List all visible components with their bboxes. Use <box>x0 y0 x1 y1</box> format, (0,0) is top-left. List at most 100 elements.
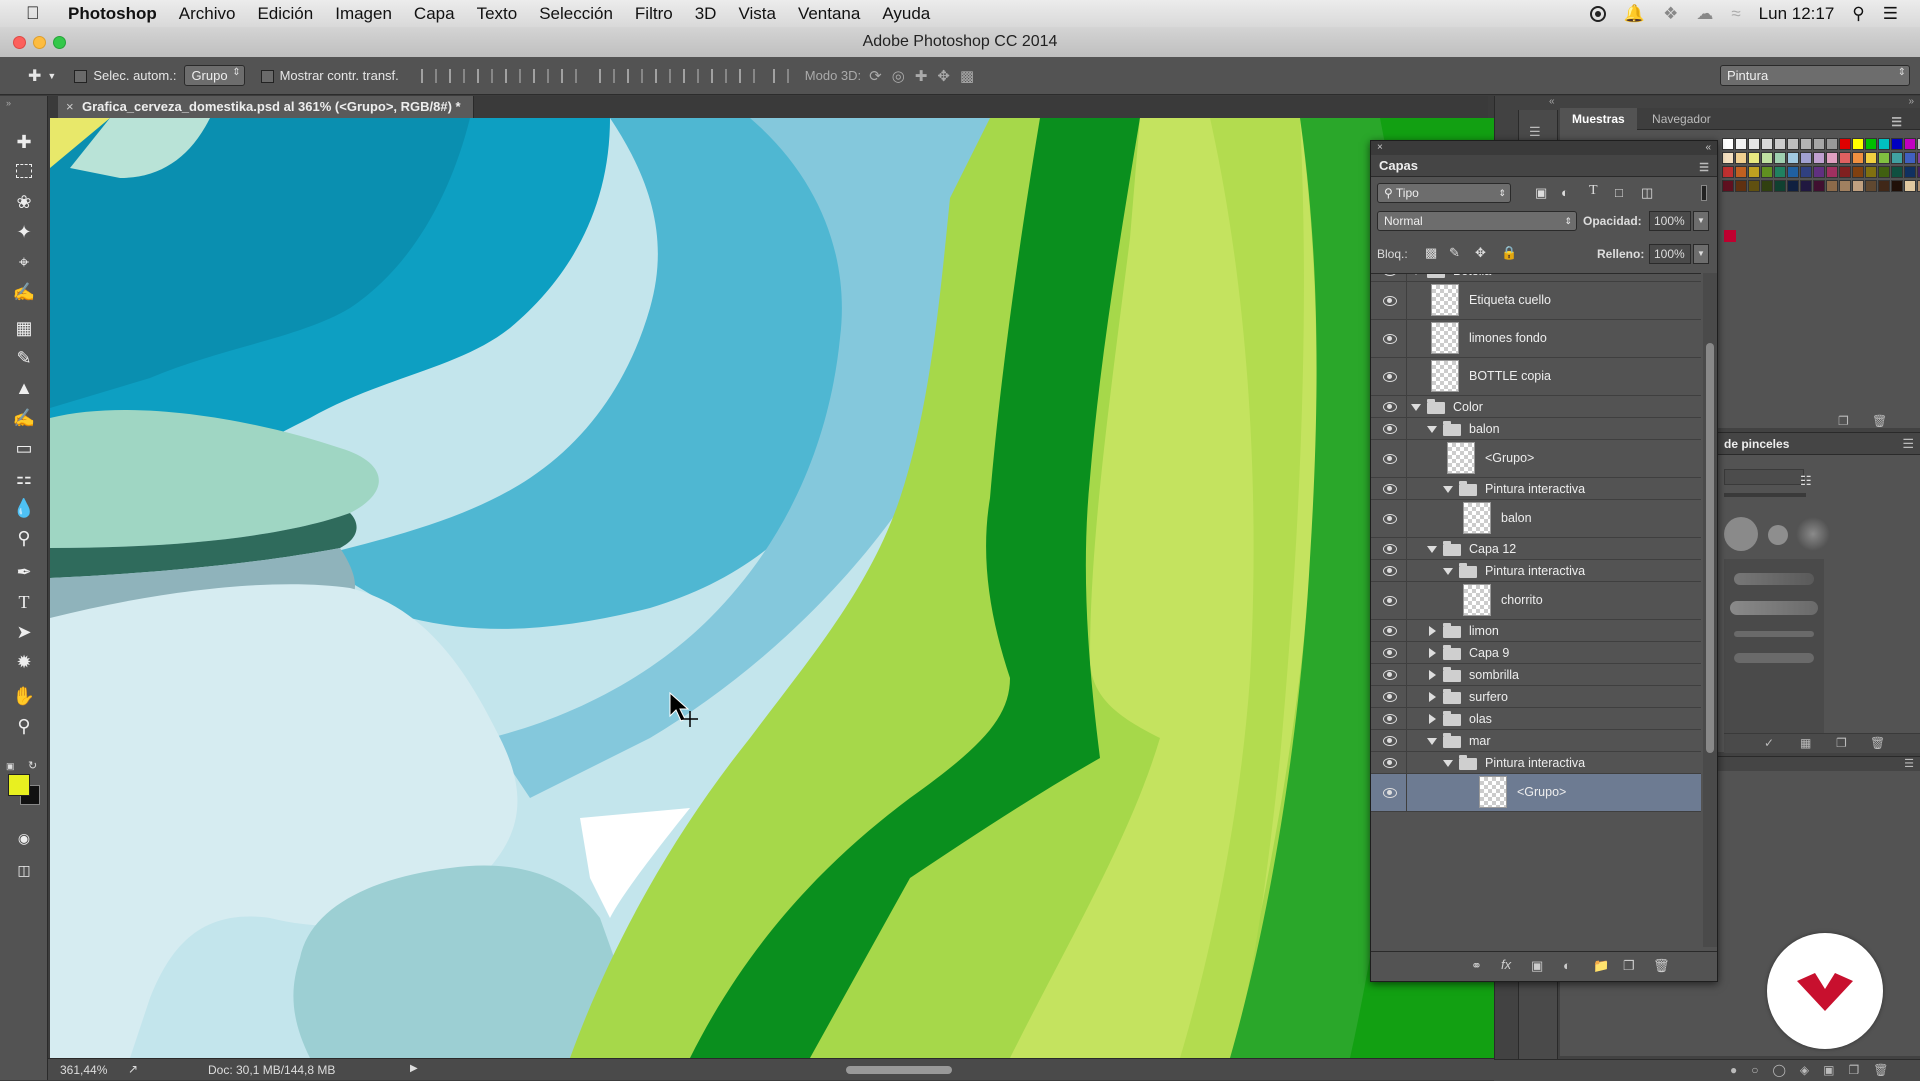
swatch-cell[interactable] <box>1891 180 1903 192</box>
swatch-cell[interactable] <box>1735 138 1747 150</box>
expanded-arrow-icon[interactable] <box>1427 426 1437 433</box>
swatch-cell[interactable] <box>1839 152 1851 164</box>
quick-mask-icon[interactable]: ◉ <box>12 826 36 850</box>
expanded-arrow-icon[interactable] <box>1443 486 1453 493</box>
layer-group-row[interactable]: surfero <box>1371 686 1701 708</box>
filter-pixel-icon[interactable]: ▣ <box>1535 185 1547 201</box>
swatch-cell[interactable] <box>1826 152 1838 164</box>
collapsed-arrow-icon[interactable] <box>1429 670 1436 680</box>
visibility-toggle[interactable] <box>1371 418 1407 439</box>
swatch-cell[interactable] <box>1761 138 1773 150</box>
history-panel-icon[interactable]: ☰ <box>1529 124 1541 140</box>
swatch-cell[interactable] <box>1800 152 1812 164</box>
panel-menu-icon[interactable]: ☰ <box>1879 111 1914 133</box>
swatch-cell[interactable] <box>1878 166 1890 178</box>
collapsed-arrow-icon[interactable] <box>1429 692 1436 702</box>
swatch-cell[interactable] <box>1852 180 1864 192</box>
swatch-cell[interactable] <box>1839 180 1851 192</box>
3d-mode-icons[interactable]: ⟳◎✚✥▩ <box>869 67 984 85</box>
distribute-left-icon[interactable] <box>682 68 699 83</box>
menu-vista[interactable]: Vista <box>738 4 776 24</box>
layer-filter-dropdown[interactable]: ⚲ Tipo ⇕ <box>1377 183 1511 203</box>
visibility-toggle[interactable] <box>1371 282 1407 319</box>
visibility-toggle[interactable] <box>1371 582 1407 619</box>
swatch-cell[interactable] <box>1774 180 1786 192</box>
layer-group-row[interactable]: Botella <box>1371 274 1701 282</box>
layer-thumbnail[interactable] <box>1431 284 1459 316</box>
visibility-toggle[interactable] <box>1371 620 1407 641</box>
new-group-icon[interactable]: 📁 <box>1593 958 1609 974</box>
menu-3d[interactable]: 3D <box>695 4 717 24</box>
tab-navegador[interactable]: Navegador <box>1640 108 1723 130</box>
distribute-vcenter-icon[interactable] <box>626 68 643 83</box>
zoom-tool-icon[interactable]: ⚲ <box>12 714 36 738</box>
new-brush-icon[interactable]: ❐ <box>1836 736 1847 750</box>
hand-tool-icon[interactable]: ✋ <box>12 684 36 708</box>
close-window-button[interactable] <box>13 36 26 49</box>
collapse-toolbox-icon[interactable]: » <box>6 98 11 108</box>
zoom-level[interactable]: 361,44% <box>60 1063 107 1077</box>
layer-group-row[interactable]: Pintura interactiva <box>1371 752 1701 774</box>
brush-stroke-previews[interactable] <box>1724 559 1824 739</box>
swatch-cell[interactable] <box>1722 138 1734 150</box>
swatch-cell[interactable] <box>1787 138 1799 150</box>
align-right-icon[interactable] <box>560 68 577 83</box>
swatch-cell[interactable] <box>1735 166 1747 178</box>
swatch-cell[interactable] <box>1878 180 1890 192</box>
filter-adjustment-icon[interactable]: ◐ <box>1561 185 1569 200</box>
notification-center-icon[interactable]: ☰ <box>1883 4 1898 24</box>
expand-dock-icon[interactable]: » <box>1908 96 1914 107</box>
layer-row[interactable]: <Grupo> <box>1371 774 1701 812</box>
visibility-toggle[interactable] <box>1371 396 1407 417</box>
footer-action-icons[interactable]: ●○◯◈▣❐🗑 <box>1730 1063 1902 1077</box>
menu-ventana[interactable]: Ventana <box>798 4 860 24</box>
collapsed-arrow-icon[interactable] <box>1429 714 1436 724</box>
history-brush-tool-icon[interactable]: ✍ <box>12 406 36 430</box>
visibility-toggle[interactable] <box>1371 708 1407 729</box>
layer-group-row[interactable]: sombrilla <box>1371 664 1701 686</box>
lock-transparent-icon[interactable]: ▩ <box>1425 245 1437 261</box>
distribute-hcenter-icon[interactable] <box>710 68 727 83</box>
visibility-toggle[interactable] <box>1371 664 1407 685</box>
swatch-cell[interactable] <box>1774 152 1786 164</box>
swatch-cell[interactable] <box>1865 166 1877 178</box>
fill-slider-button[interactable]: ▼ <box>1693 244 1709 264</box>
expanded-arrow-icon[interactable] <box>1427 546 1437 553</box>
swatch-cell[interactable] <box>1787 180 1799 192</box>
delete-brush-icon[interactable]: 🗑 <box>1870 736 1885 750</box>
path-selection-tool-icon[interactable]: ➤ <box>12 620 36 644</box>
menu-app-name[interactable]: Photoshop <box>68 4 157 24</box>
visibility-toggle[interactable] <box>1371 320 1407 357</box>
add-mask-icon[interactable]: ▣ <box>1531 958 1543 974</box>
brush-tip-hard[interactable] <box>1724 517 1758 551</box>
visibility-toggle[interactable] <box>1371 560 1407 581</box>
tab-muestras[interactable]: Muestras <box>1560 108 1637 130</box>
dropbox-icon[interactable]: ❖ <box>1663 4 1678 24</box>
menu-capa[interactable]: Capa <box>414 4 455 24</box>
wifi-icon[interactable]: ≈ <box>1731 4 1740 24</box>
visibility-toggle[interactable] <box>1371 686 1407 707</box>
swatch-cell[interactable] <box>1891 138 1903 150</box>
layer-row[interactable]: limones fondo <box>1371 320 1701 358</box>
notifications-bell-icon[interactable]: 🔔 <box>1624 4 1645 24</box>
creative-cloud-icon[interactable]: ☁ <box>1696 4 1713 24</box>
swatch-cell[interactable] <box>1800 166 1812 178</box>
magic-wand-tool-icon[interactable]: ✦ <box>12 220 36 244</box>
layer-row[interactable]: <Grupo> <box>1371 440 1701 478</box>
close-layers-panel-icon[interactable]: × <box>1377 142 1383 153</box>
distribute-top-icon[interactable] <box>598 68 615 83</box>
visibility-toggle[interactable] <box>1371 358 1407 395</box>
visibility-toggle[interactable] <box>1371 274 1407 281</box>
lock-position-icon[interactable]: ✥ <box>1475 245 1486 261</box>
swatch-cell[interactable] <box>1722 180 1734 192</box>
visibility-toggle[interactable] <box>1371 752 1407 773</box>
align-hcenter-icon[interactable] <box>532 68 549 83</box>
filter-smart-object-icon[interactable]: ◫ <box>1641 185 1653 201</box>
close-document-icon[interactable]: × <box>66 96 74 118</box>
swatch-cell[interactable] <box>1865 138 1877 150</box>
swatch-cell[interactable] <box>1826 180 1838 192</box>
swatch-cell[interactable] <box>1735 180 1747 192</box>
brush-panel-title[interactable]: de pinceles <box>1724 437 1789 451</box>
layer-group-row[interactable]: Capa 9 <box>1371 642 1701 664</box>
visibility-toggle[interactable] <box>1371 478 1407 499</box>
